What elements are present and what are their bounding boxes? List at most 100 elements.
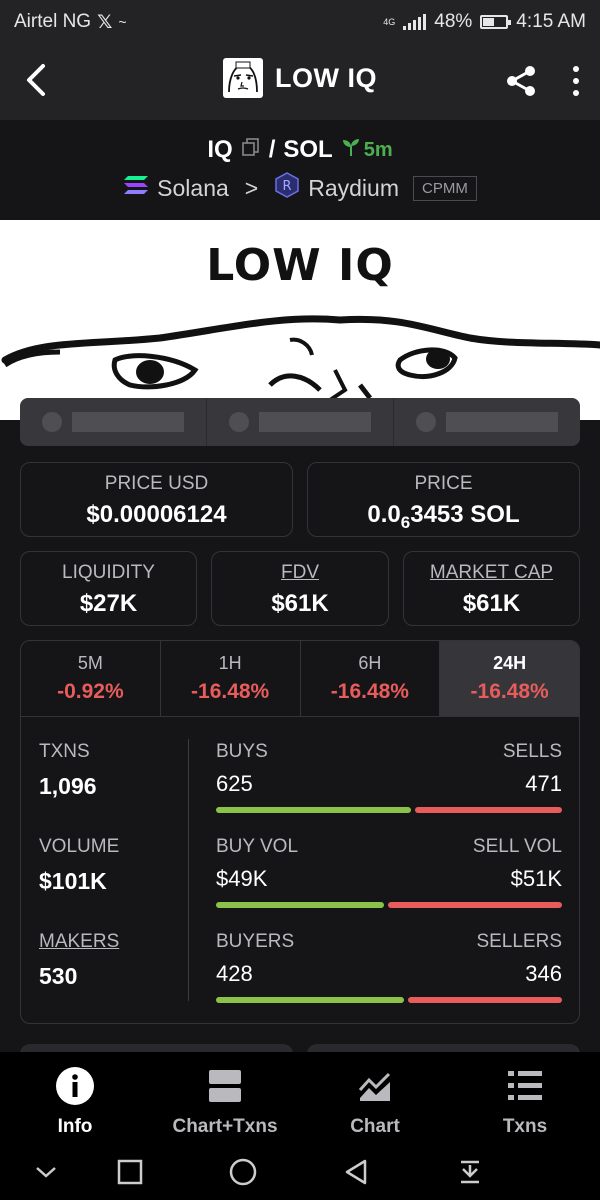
activity-icon: ~ <box>118 14 127 30</box>
fdv-card: FDV $61K <box>211 551 389 626</box>
social-links <box>20 398 580 446</box>
nav-label: Chart <box>350 1116 400 1137</box>
price-native-card: PRICE 0.063453 SOL <box>307 462 580 537</box>
buy-vol-value: $49K <box>216 866 268 891</box>
link-icon <box>42 412 62 432</box>
tab-label: 6H <box>358 653 382 673</box>
tab-change: -16.48% <box>191 680 270 703</box>
makers-stat: MAKERS 530 <box>39 931 169 990</box>
sell-vol-value: $51K <box>510 866 562 891</box>
link-icon <box>229 412 249 432</box>
market-cap-label[interactable]: MARKET CAP <box>404 562 579 584</box>
liquidity-label: LIQUIDITY <box>62 562 155 583</box>
tab-24h[interactable]: 24H -16.48% <box>440 641 579 716</box>
pair-header: IQ / SOL 5m Solana > R Raydium CPMM <box>0 120 600 220</box>
social-link[interactable] <box>207 398 394 446</box>
bottom-nav: Info Chart+Txns Chart Txns <box>0 1052 600 1144</box>
share-icon[interactable] <box>504 64 538 98</box>
app-bar: LOW IQ <box>0 44 600 120</box>
volume-split-row: BUY VOL SELL VOL $49K $51K <box>216 836 562 908</box>
buys-value: 625 <box>216 771 253 796</box>
sellers-value: 346 <box>525 961 562 986</box>
tab-change: -0.92% <box>57 680 124 703</box>
sell-bar <box>414 807 562 813</box>
home-icon[interactable] <box>223 1152 263 1192</box>
status-bar: Airtel NG 𝕏 ~ 4G 48% 4:15 AM <box>0 0 600 44</box>
chevron-down-icon[interactable] <box>26 1152 66 1192</box>
tab-label: 24H <box>493 653 527 673</box>
social-link[interactable] <box>20 398 207 446</box>
fdv-label[interactable]: FDV <box>212 562 388 584</box>
buys-label: BUYS <box>216 741 268 762</box>
liquidity-value: $27K <box>79 590 138 617</box>
notification-pull-icon[interactable] <box>450 1152 490 1192</box>
social-link[interactable] <box>394 398 580 446</box>
tab-5m[interactable]: 5M -0.92% <box>21 641 161 716</box>
network-type: 4G <box>383 17 396 27</box>
link-label-placeholder <box>72 412 184 432</box>
more-vertical-icon[interactable] <box>566 64 586 98</box>
buy-bar <box>216 997 405 1003</box>
market-cap-value: $61K <box>462 590 521 617</box>
battery-icon <box>480 15 512 29</box>
pair-age: 5m <box>363 138 393 161</box>
buyers-sellers-bar <box>216 997 562 1003</box>
fdv-value: $61K <box>271 590 329 617</box>
chart-icon <box>355 1066 395 1106</box>
pair-separator: / <box>268 136 276 163</box>
tab-label: 5M <box>77 653 103 673</box>
battery-percent: 48% <box>434 11 473 32</box>
tab-1h[interactable]: 1H -16.48% <box>161 641 301 716</box>
market-cap-card: MARKET CAP $61K <box>403 551 580 626</box>
recents-icon[interactable] <box>110 1152 150 1192</box>
txns-label: TXNS <box>39 741 90 762</box>
chain-name[interactable]: Solana <box>157 175 229 202</box>
back-triangle-icon[interactable] <box>336 1152 376 1192</box>
signal-icon <box>403 14 427 30</box>
solana-icon <box>123 174 149 202</box>
txns-value: 1,096 <box>39 773 97 799</box>
page-title: LOW IQ <box>275 62 377 93</box>
svg-text:R: R <box>283 179 292 194</box>
buy-vol-label: BUY VOL <box>216 836 299 857</box>
nav-label: Chart+Txns <box>172 1116 278 1137</box>
buyers-label: BUYERS <box>216 931 295 952</box>
token-avatar[interactable] <box>223 58 263 98</box>
period-tabs: 5M -0.92% 1H -16.48% 6H -16.48% 24H -16.… <box>21 641 579 717</box>
tab-6h[interactable]: 6H -16.48% <box>301 641 441 716</box>
list-icon <box>505 1066 545 1106</box>
quote-symbol: SOL <box>283 136 333 163</box>
txn-stats-panel: 5M -0.92% 1H -16.48% 6H -16.48% 24H -16.… <box>20 640 580 1024</box>
buys-sells-bar <box>216 807 562 813</box>
link-icon <box>416 412 436 432</box>
seedling-icon <box>341 137 361 163</box>
buyers-value: 428 <box>216 961 253 986</box>
nav-label: Info <box>57 1116 93 1137</box>
tab-label: 1H <box>218 653 242 673</box>
pool-type-badge: CPMM <box>413 175 477 201</box>
nav-chart-txns[interactable]: Chart+Txns <box>150 1052 300 1144</box>
sellers-label: SELLERS <box>476 931 562 952</box>
token-banner: LOW IQ <box>0 220 600 420</box>
tab-change: -16.48% <box>330 680 409 703</box>
nav-chart[interactable]: Chart <box>300 1052 450 1144</box>
info-icon <box>55 1066 95 1106</box>
nav-info[interactable]: Info <box>0 1052 150 1144</box>
copy-icon[interactable] <box>241 136 261 164</box>
sells-value: 471 <box>525 771 562 796</box>
price-prefix: 0.0 <box>367 501 401 528</box>
volume-value: $101K <box>39 868 107 894</box>
back-arrow-icon[interactable] <box>18 62 54 98</box>
price-rest: 3453 SOL <box>410 501 520 528</box>
divider <box>188 739 189 1001</box>
base-symbol: IQ <box>207 136 233 163</box>
makers-label[interactable]: MAKERS <box>39 931 169 953</box>
tab-change: -16.48% <box>470 680 549 703</box>
nav-txns[interactable]: Txns <box>450 1052 600 1144</box>
price-zero-count: 6 <box>400 512 411 532</box>
x-app-icon: 𝕏 <box>97 11 113 33</box>
dex-name[interactable]: Raydium <box>308 175 399 202</box>
price-native-label: PRICE <box>414 473 473 494</box>
buyers-sellers-row: BUYERS SELLERS 428 346 <box>216 931 562 1003</box>
raydium-icon: R <box>274 172 300 204</box>
